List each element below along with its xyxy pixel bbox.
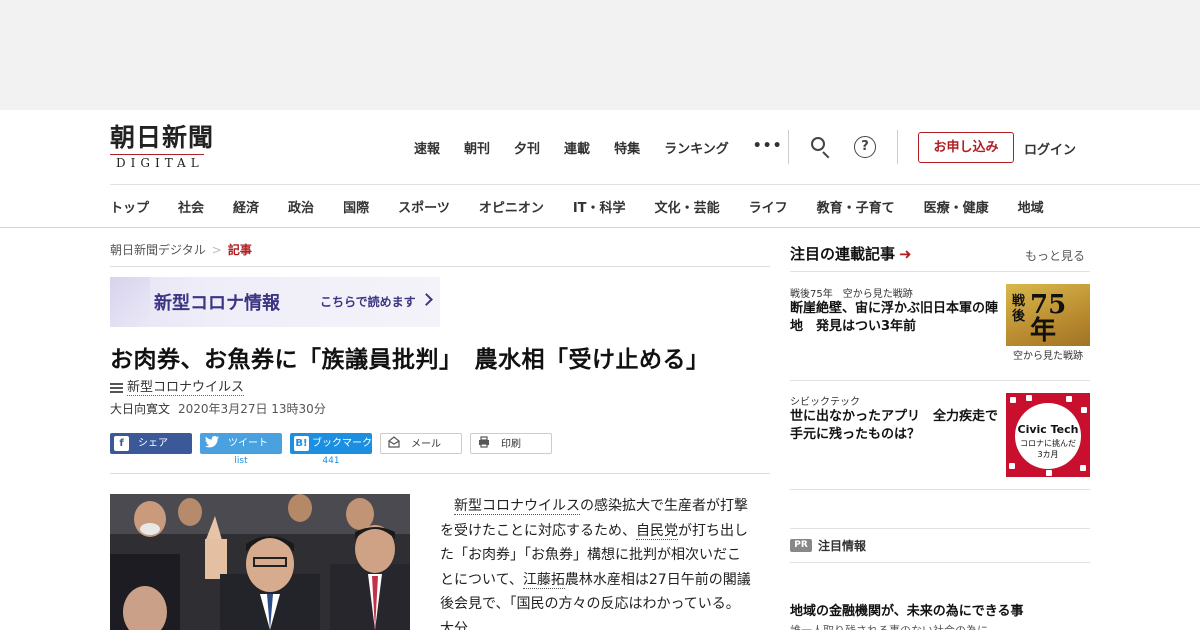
sidebar-item-category: シビックテック — [790, 397, 860, 408]
banner-decoration — [110, 277, 150, 327]
divider — [790, 562, 1090, 563]
article-date: 2020年3月27日 13時30分 — [178, 402, 326, 416]
body-link-ldp[interactable]: 自民党 — [636, 522, 678, 540]
help-icon[interactable]: ? — [854, 136, 876, 158]
category-life[interactable]: ライフ — [749, 197, 788, 216]
breadcrumb-home[interactable]: 朝日新聞デジタル — [110, 243, 206, 257]
thumb-caption: 空から見た戦跡 — [1006, 346, 1090, 368]
divider — [790, 528, 1090, 529]
thumb-line-3: 3カ月 — [1037, 450, 1059, 459]
pr-item-subtitle: 誰一人取り残される事のない社会の為に — [790, 622, 988, 630]
pr-section-label: 注目情報 — [818, 539, 867, 553]
thumb-line-2: コロナに挑んだ — [1020, 439, 1076, 448]
envelope-icon — [386, 436, 401, 451]
article-author: 大日向寛文 — [110, 402, 171, 416]
sidebar-item-title[interactable]: 世に出なかったアプリ 全力疾走で手元に残ったものは？ — [790, 408, 1002, 444]
nav-divider — [897, 130, 898, 164]
category-politics[interactable]: 政治 — [288, 197, 314, 216]
list-icon — [110, 381, 123, 395]
article-tag-link[interactable]: 新型コロナウイルス — [127, 380, 245, 396]
category-nav: トップ 社会 経済 政治 国際 スポーツ オピニオン IT・科学 文化・芸能 ラ… — [110, 184, 1200, 228]
breadcrumb: 朝日新聞デジタル > 記事 — [110, 241, 252, 258]
covid-info-banner[interactable]: 新型コロナ情報 こちらで読めます — [110, 277, 440, 327]
category-it-science[interactable]: IT・科学 — [573, 197, 626, 216]
thumb-big-text: 75年 — [1030, 290, 1067, 346]
nav-divider — [788, 130, 789, 164]
mail-share-label: メール — [411, 439, 441, 450]
category-health[interactable]: 医療・健康 — [924, 197, 989, 216]
twitter-tweet-label: ツイート — [228, 438, 268, 449]
logo-main-text: 朝日新聞 — [110, 123, 215, 152]
facebook-share-label: シェア — [138, 438, 168, 449]
thumb-line-1: Civic Tech — [1017, 423, 1079, 436]
category-economy[interactable]: 経済 — [233, 197, 259, 216]
topnav-item-sokuho[interactable]: 速報 — [414, 138, 440, 158]
breadcrumb-separator: > — [211, 243, 222, 257]
category-international[interactable]: 国際 — [343, 197, 369, 216]
article-byline: 大日向寛文 2020年3月27日 13時30分 — [110, 400, 326, 417]
topnav-item-choukan[interactable]: 朝刊 — [464, 138, 490, 158]
login-link[interactable]: ログイン — [1024, 139, 1076, 158]
facebook-share-button[interactable]: f シェア — [110, 433, 192, 454]
print-button[interactable]: 印刷 — [470, 433, 552, 454]
search-icon[interactable] — [810, 136, 832, 159]
banner-link-text: こちらで読めます — [320, 295, 416, 309]
site-header: 朝日新聞 DIGITAL 速報 朝刊 夕刊 連載 特集 ランキング ••• ? … — [0, 110, 1200, 228]
divider — [110, 473, 770, 474]
tweet-count[interactable]: list — [200, 456, 282, 466]
banner-title: 新型コロナ情報 — [154, 293, 280, 314]
topnav-item-yukan[interactable]: 夕刊 — [514, 138, 540, 158]
body-link-eto[interactable]: 江藤拓 — [522, 571, 565, 589]
top-nav: 速報 朝刊 夕刊 連載 特集 ランキング ••• — [414, 138, 783, 158]
topnav-item-ranking[interactable]: ランキング — [664, 138, 729, 158]
sidebar-item-title[interactable]: 断崖絶壁、宙に浮かぶ旧日本軍の陣地 発見はつい3年前 — [790, 300, 1002, 336]
article-body: 新型コロナウイルスの感染拡大で生産者が打撃を受けたことに対応するため、自民党が打… — [440, 494, 752, 630]
divider — [790, 489, 1090, 490]
logo-sub-text: DIGITAL — [110, 154, 204, 171]
article-tag-row: 新型コロナウイルス — [110, 376, 245, 396]
body-link-coronavirus[interactable]: 新型コロナウイルス — [454, 498, 580, 515]
ad-banner-area — [0, 0, 1200, 110]
mail-share-button[interactable]: メール — [380, 433, 462, 454]
sidebar-more-link[interactable]: もっと見る — [1025, 247, 1085, 264]
thumb-kanji: 戦後 — [1012, 294, 1026, 324]
sidebar-item-thumbnail[interactable]: Civic Tech コロナに挑んだ 3カ月 — [1006, 393, 1090, 477]
hatena-bookmark-label: ブックマーク — [312, 438, 372, 449]
subscribe-button[interactable]: お申し込み — [918, 132, 1014, 163]
sidebar-item-thumbnail[interactable]: 戦後 75年 空から見た戦跡 — [1006, 284, 1090, 368]
hatena-bookmark-button[interactable]: B! ブックマーク — [290, 433, 372, 454]
category-region[interactable]: 地域 — [1018, 197, 1044, 216]
divider — [110, 266, 770, 267]
twitter-bird-icon — [204, 436, 219, 451]
facebook-icon: f — [114, 436, 129, 451]
article-photo[interactable] — [110, 494, 410, 630]
category-culture[interactable]: 文化・芸能 — [655, 197, 720, 216]
topnav-item-tokushu[interactable]: 特集 — [614, 138, 640, 158]
chevron-right-icon — [420, 293, 433, 306]
topnav-item-rensai[interactable]: 連載 — [564, 138, 590, 158]
asahi-digital-logo[interactable]: 朝日新聞 DIGITAL — [110, 124, 242, 170]
printer-icon — [476, 436, 491, 451]
arrow-right-icon: ➜ — [899, 245, 912, 263]
breadcrumb-current: 記事 — [227, 243, 252, 257]
pr-item-title[interactable]: 地域の金融機関が、未来の為にできる事 — [790, 600, 1023, 619]
print-label: 印刷 — [501, 439, 521, 450]
sidebar-heading[interactable]: 注目の連載記事 ➜ — [790, 243, 912, 264]
category-society[interactable]: 社会 — [178, 197, 204, 216]
more-menu-icon[interactable]: ••• — [753, 138, 783, 158]
article-headline: お肉券、お魚券に「族議員批判」 農水相「受け止める」 — [110, 347, 710, 373]
category-education[interactable]: 教育・子育て — [817, 197, 895, 216]
category-top[interactable]: トップ — [110, 197, 149, 216]
bookmark-count[interactable]: 441 — [290, 456, 372, 466]
category-sports[interactable]: スポーツ — [398, 197, 450, 216]
pr-badge: PR — [790, 539, 812, 552]
divider — [790, 380, 1090, 381]
twitter-tweet-button[interactable]: ツイート — [200, 433, 282, 454]
sidebar-item-category: 戦後75年 空から見た戦跡 — [790, 289, 913, 300]
hatena-bookmark-icon: B! — [294, 436, 309, 451]
divider — [790, 271, 1090, 272]
category-opinion[interactable]: オピニオン — [479, 197, 544, 216]
sidebar-heading-text: 注目の連載記事 — [790, 245, 896, 263]
